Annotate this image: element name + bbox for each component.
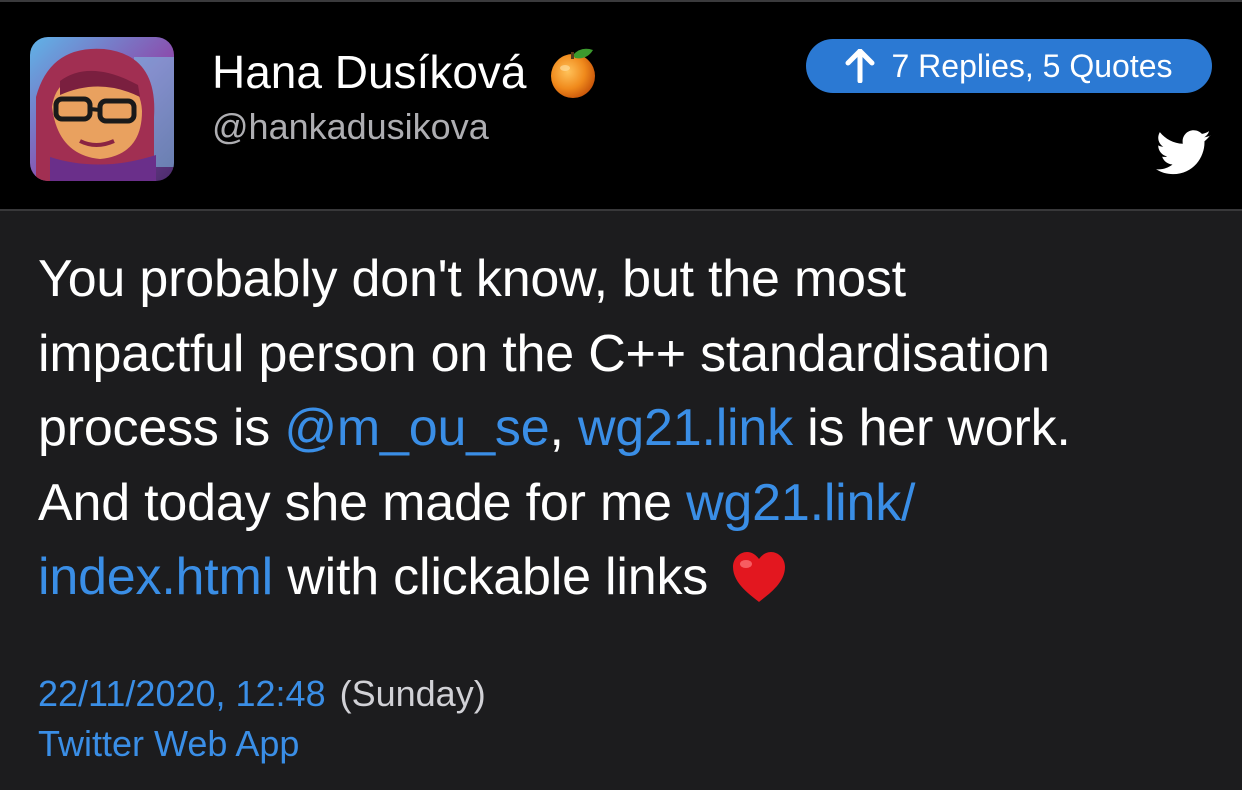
arrow-up-icon xyxy=(845,49,875,83)
replies-quotes-label: 7 Replies, 5 Quotes xyxy=(891,47,1173,84)
mention-link[interactable]: @m_ou_se xyxy=(284,399,549,457)
tweet-text-segment: impactful person on the C++ standardisat… xyxy=(38,324,1050,383)
tweet-text-segment: is her work. xyxy=(792,399,1071,457)
tweet-view: Hana Dusíková @hankadusikova 7 Replies, … xyxy=(0,0,1242,790)
header-divider xyxy=(0,209,1242,211)
red-heart-emoji-icon xyxy=(733,552,786,602)
tweet-timestamp: 22/11/2020, 12:48 (Sunday) xyxy=(38,670,486,718)
tweet-line: index.html with clickable links xyxy=(38,540,1218,615)
tweet-text-segment: And today she made for me xyxy=(38,473,687,532)
tweet-text-segment: , xyxy=(549,399,578,457)
tweet-text-segment: You probably don't know, but the most xyxy=(38,250,906,308)
timestamp-date[interactable]: 22/11/2020, 12:48 xyxy=(38,673,326,714)
timestamp-weekday: (Sunday) xyxy=(339,673,486,714)
url-link[interactable]: wg21.link xyxy=(578,399,793,457)
display-name[interactable]: Hana Dusíková xyxy=(212,45,527,99)
tweet-line: process is @m_ou_se, wg21.link is her wo… xyxy=(38,391,1218,466)
url-link[interactable]: wg21.link/ xyxy=(686,474,915,532)
tweet-text-segment: with clickable links xyxy=(273,548,723,606)
author-name-row[interactable]: Hana Dusíková xyxy=(212,44,601,100)
tweet-line: impactful person on the C++ standardisat… xyxy=(38,317,1218,392)
twitter-bird-icon[interactable] xyxy=(1156,130,1212,176)
tweet-source-link[interactable]: Twitter Web App xyxy=(38,720,299,768)
tweet-header: Hana Dusíková @hankadusikova 7 Replies, … xyxy=(0,2,1242,209)
tweet-line: And today she made for me wg21.link/ xyxy=(38,466,1218,541)
tweet-line: You probably don't know, but the most xyxy=(38,242,1218,317)
tweet-body: You probably don't know, but the most imp… xyxy=(38,242,1218,615)
tweet-text-segment: process is xyxy=(38,399,285,457)
avatar-image xyxy=(30,37,174,181)
author-handle[interactable]: @hankadusikova xyxy=(212,106,489,148)
replies-quotes-button[interactable]: 7 Replies, 5 Quotes xyxy=(806,39,1212,93)
url-link[interactable]: index.html xyxy=(38,548,273,606)
avatar[interactable] xyxy=(30,37,174,181)
orange-emoji-icon xyxy=(550,48,595,98)
